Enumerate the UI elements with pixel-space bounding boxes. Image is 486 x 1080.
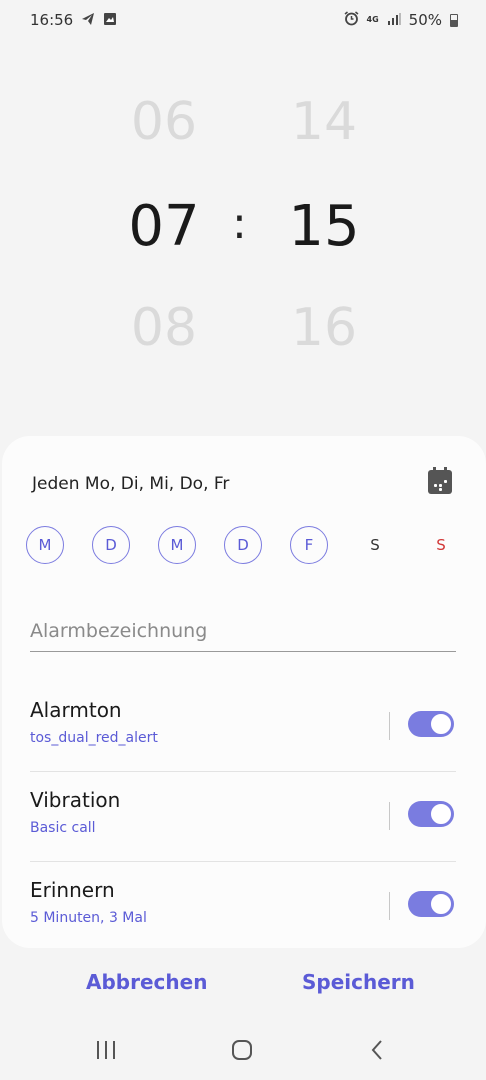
day-friday[interactable]: F <box>290 526 328 564</box>
vibration-title: Vibration <box>30 788 121 812</box>
gallery-icon <box>103 12 117 29</box>
alarm-sound-row[interactable]: Alarmton tos_dual_red_alert <box>30 682 456 772</box>
status-time: 16:56 <box>30 11 74 29</box>
snooze-row[interactable]: Erinnern 5 Minuten, 3 Mal <box>30 862 456 952</box>
home-icon[interactable] <box>230 1038 254 1062</box>
toggle-knob <box>429 712 453 736</box>
vibration-toggle[interactable] <box>408 801 454 827</box>
alarm-name-input[interactable]: Alarmbezeichnung <box>30 618 456 652</box>
time-picker[interactable]: 06 07 08 : 14 15 16 <box>0 80 486 380</box>
row-separator <box>389 802 390 830</box>
calendar-icon[interactable] <box>428 467 452 494</box>
day-monday[interactable]: M <box>26 526 64 564</box>
hour-selected[interactable]: 07 <box>104 197 224 257</box>
status-bar: 16:56 4G 50% <box>0 0 486 40</box>
alarm-icon <box>344 11 359 29</box>
alarm-sound-title: Alarmton <box>30 698 122 722</box>
battery-percent: 50% <box>408 11 442 29</box>
alarm-sound-value: tos_dual_red_alert <box>30 730 158 746</box>
signal-icon <box>387 12 401 28</box>
snooze-toggle[interactable] <box>408 891 454 917</box>
alarm-sound-toggle[interactable] <box>408 711 454 737</box>
recent-apps-icon[interactable] <box>94 1038 118 1062</box>
vibration-row[interactable]: Vibration Basic call <box>30 772 456 862</box>
toggle-knob <box>429 802 453 826</box>
vibration-value: Basic call <box>30 820 96 836</box>
day-wednesday[interactable]: M <box>158 526 196 564</box>
day-saturday[interactable]: S <box>356 526 394 564</box>
day-tuesday[interactable]: D <box>92 526 130 564</box>
status-right: 4G 50% <box>344 11 458 29</box>
status-left: 16:56 <box>30 11 117 29</box>
minute-next[interactable]: 16 <box>264 298 384 358</box>
snooze-title: Erinnern <box>30 878 115 902</box>
row-separator <box>389 712 390 740</box>
toggle-knob <box>429 892 453 916</box>
minute-prev[interactable]: 14 <box>264 92 384 152</box>
battery-icon <box>450 13 458 27</box>
cancel-button[interactable]: Abbrechen <box>86 970 207 994</box>
day-thursday[interactable]: D <box>224 526 262 564</box>
snooze-value: 5 Minuten, 3 Mal <box>30 910 147 926</box>
network-type: 4G <box>366 15 379 24</box>
alarm-settings-card: Jeden Mo, Di, Mi, Do, Fr M D M D F S S A… <box>2 436 486 948</box>
repeat-summary: Jeden Mo, Di, Mi, Do, Fr <box>32 474 230 494</box>
day-sunday[interactable]: S <box>422 526 460 564</box>
navigation-bar <box>0 1020 486 1080</box>
minute-selected[interactable]: 15 <box>264 197 384 257</box>
telegram-icon <box>81 12 95 29</box>
hour-next[interactable]: 08 <box>104 298 224 358</box>
time-separator: : <box>232 198 247 249</box>
back-icon[interactable] <box>366 1038 390 1062</box>
hour-prev[interactable]: 06 <box>104 92 224 152</box>
save-button[interactable]: Speichern <box>302 970 415 994</box>
row-separator <box>389 892 390 920</box>
